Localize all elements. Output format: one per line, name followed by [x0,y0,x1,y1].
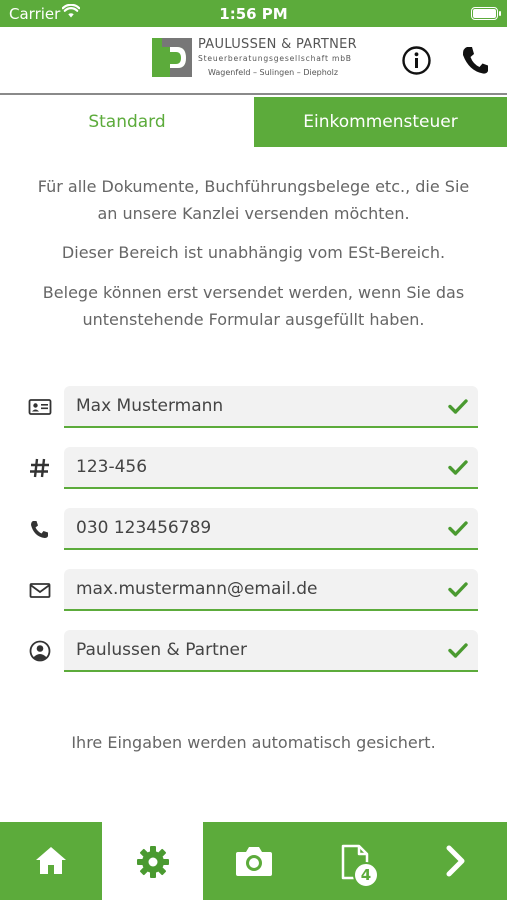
document-count-badge: 4 [353,862,379,888]
id-card-icon [28,399,52,415]
clock: 1:56 PM [219,5,288,23]
nav-next[interactable] [405,822,506,900]
chevron-right-icon [446,845,464,877]
advisor-row [0,630,507,672]
intro-line-3: Dieser Bereich ist unabhängig vom ESt-Be… [61,243,446,262]
client-number-field [64,447,478,489]
check-icon [448,521,468,536]
hash-icon [30,458,49,478]
tab-standard[interactable]: Standard [0,97,254,147]
phone-row [0,508,507,550]
intro-line-4: Belege können erst versendet werden, wen… [42,283,465,302]
client-number-input[interactable] [76,447,436,487]
intro-line-1: Für alle Dokumente, Buchführungsbelege e… [37,177,470,196]
settings-icon [136,846,169,878]
logo-subtitle: Steuerberatungsgesellschaft mbB [198,54,352,63]
logo-title: PAULUSSEN & PARTNER [198,37,357,52]
user-circle-icon [29,640,51,662]
phone-icon[interactable] [461,45,489,75]
home-icon [35,847,66,874]
email-input[interactable] [76,569,436,609]
phone-input[interactable] [76,508,436,548]
intro-line-2: an unsere Kanzlei versenden möchten. [97,204,410,223]
logo-places: Wagenfeld – Sulingen – Diepholz [208,68,339,77]
email-field [64,569,478,611]
name-input[interactable] [76,386,436,426]
nav-camera[interactable] [203,822,304,900]
email-row [0,569,507,611]
nav-settings[interactable] [102,822,203,900]
nav-documents[interactable] [304,822,405,900]
name-field [64,386,478,428]
camera-icon [235,847,272,876]
intro-line-5: untenstehende Formular ausgefüllt haben. [82,310,425,329]
check-icon [448,643,468,658]
tab-bar: Standard Einkommensteuer [0,97,507,147]
phone-field [64,508,478,550]
phone-icon [31,521,48,538]
name-row [0,386,507,428]
check-icon [448,460,468,475]
autosave-note: Ihre Eingaben werden automatisch gesiche… [71,733,436,752]
battery-icon [471,7,501,20]
bottom-nav [0,822,507,900]
app-header: PAULUSSEN & PARTNER Steuerberatungsgesel… [0,27,507,95]
status-bar: Carrier 1:56 PM [0,0,507,27]
envelope-icon [29,583,51,598]
advisor-field [64,630,478,672]
advisor-input[interactable] [76,630,436,670]
nav-home[interactable] [0,822,101,900]
logo-mark [152,38,192,77]
info-icon[interactable] [402,46,431,75]
check-icon [448,399,468,414]
tab-einkommensteuer[interactable]: Einkommensteuer [254,97,507,147]
client-number-row [0,447,507,489]
check-icon [448,582,468,597]
